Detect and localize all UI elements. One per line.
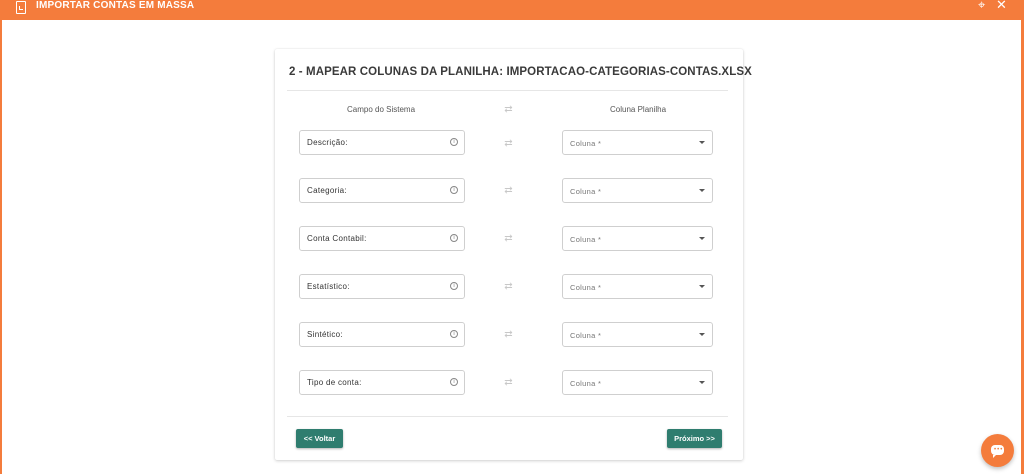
chevron-down-icon <box>699 333 705 336</box>
mapping-card: 2 - MAPEAR COLUNAS DA PLANILHA: IMPORTAC… <box>275 49 752 460</box>
pin-icon[interactable]: ⌖ <box>978 0 985 11</box>
field-label: Tipo de conta: <box>307 378 362 387</box>
window-border-left <box>0 20 2 474</box>
field-label: Sintético: <box>307 330 343 339</box>
swap-icon: ⇄ <box>504 185 513 196</box>
divider-bottom <box>287 416 728 417</box>
column-select-sintetico[interactable]: Coluna * <box>562 322 713 347</box>
next-button[interactable]: Próximo >> <box>667 429 722 448</box>
swap-icon: ⇄ <box>504 104 513 115</box>
select-placeholder: Coluna * <box>570 283 602 292</box>
header-system-field: Campo do Sistema <box>347 105 416 114</box>
divider-top <box>287 90 728 91</box>
chat-button[interactable]: ••• <box>981 434 1014 467</box>
chevron-down-icon <box>699 141 705 144</box>
field-label: Conta Contabil: <box>307 234 367 243</box>
swap-icon: ⇄ <box>504 138 513 149</box>
select-placeholder: Coluna * <box>570 331 602 340</box>
select-placeholder: Coluna * <box>570 187 602 196</box>
title-bar: IMPORTAR CONTAS EM MASSA ⌖ ✕ <box>0 0 1024 20</box>
chevron-down-icon <box>699 285 705 288</box>
swap-icon: ⇄ <box>504 329 513 340</box>
field-label: Categoria: <box>307 186 347 195</box>
swap-icon: ⇄ <box>504 281 513 292</box>
select-placeholder: Coluna * <box>570 139 602 148</box>
window-title: IMPORTAR CONTAS EM MASSA <box>36 0 195 11</box>
back-button[interactable]: << Voltar <box>296 429 343 448</box>
field-sintetico: Sintético: i <box>299 322 465 347</box>
info-icon[interactable]: i <box>450 138 458 146</box>
field-tipo-de-conta: Tipo de conta: i <box>299 370 465 395</box>
field-label: Descrição: <box>307 138 348 147</box>
header-sheet-column: Coluna Planilha <box>610 105 667 114</box>
select-placeholder: Coluna * <box>570 235 602 244</box>
info-icon[interactable]: i <box>450 282 458 290</box>
info-icon[interactable]: i <box>450 186 458 194</box>
field-categoria: Categoria: i <box>299 178 465 203</box>
column-select-estatistico[interactable]: Coluna * <box>562 274 713 299</box>
swap-icon: ⇄ <box>504 233 513 244</box>
column-select-categoria[interactable]: Coluna * <box>562 178 713 203</box>
chevron-down-icon <box>699 189 705 192</box>
info-icon[interactable]: i <box>450 234 458 242</box>
info-icon[interactable]: i <box>450 378 458 386</box>
swap-icon: ⇄ <box>504 377 513 388</box>
select-placeholder: Coluna * <box>570 379 602 388</box>
card-title: 2 - MAPEAR COLUNAS DA PLANILHA: IMPORTAC… <box>289 66 752 78</box>
import-document-icon <box>16 1 26 14</box>
column-select-descricao[interactable]: Coluna * <box>562 130 713 155</box>
field-label: Estatístico: <box>307 282 350 291</box>
column-select-conta-contabil[interactable]: Coluna * <box>562 226 713 251</box>
column-select-tipo-de-conta[interactable]: Coluna * <box>562 370 713 395</box>
chevron-down-icon <box>699 237 705 240</box>
close-icon[interactable]: ✕ <box>996 0 1007 11</box>
chat-dots-icon: ••• <box>994 447 1004 453</box>
field-descricao: Descrição: i <box>299 130 465 155</box>
field-conta-contabil: Conta Contabil: i <box>299 226 465 251</box>
field-estatistico: Estatístico: i <box>299 274 465 299</box>
info-icon[interactable]: i <box>450 330 458 338</box>
chevron-down-icon <box>699 381 705 384</box>
